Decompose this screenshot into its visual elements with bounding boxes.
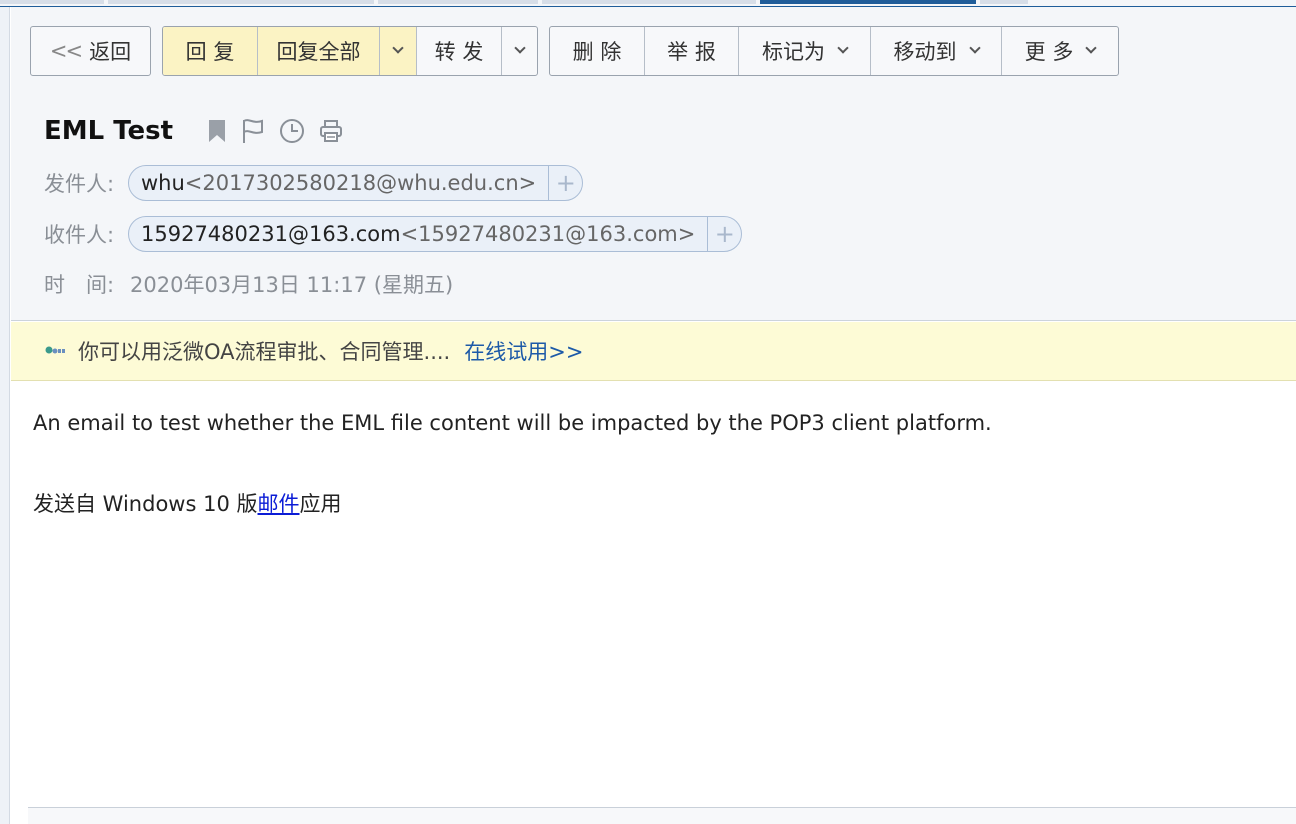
mail-header: << 返回 回 复 回复全部 转 发 删 除 举 报 标记为 移动到 更 多 E…	[11, 7, 1296, 321]
email-body: An email to test whether the EML file co…	[33, 408, 1273, 519]
tab-segment-active[interactable]	[760, 0, 976, 4]
signature-suffix: 应用	[299, 492, 342, 516]
move-to-label: 移动到	[893, 40, 957, 64]
subject-icons	[207, 118, 343, 144]
email-subject: EML Test	[44, 116, 174, 146]
back-group: << 返回	[30, 26, 151, 76]
more-button[interactable]: 更 多	[1002, 27, 1118, 75]
promo-banner: 你可以用泛微OA流程审批、合同管理.... 在线试用>>	[11, 322, 1296, 381]
tab-segment[interactable]	[542, 0, 756, 4]
top-tab-strip	[0, 0, 1296, 7]
delete-label: 删 除	[572, 40, 622, 64]
report-button[interactable]: 举 报	[645, 27, 739, 75]
sender-address: <2017302580218@whu.edu.cn>	[184, 171, 537, 195]
report-label: 举 报	[667, 40, 716, 64]
reply-all-button[interactable]: 回复全部	[258, 27, 380, 75]
add-contact-plus-icon[interactable]: +	[548, 166, 582, 200]
back-label: 返回	[89, 40, 132, 64]
recipient-row: 收件人: 15927480231@163.com <15927480231@16…	[44, 216, 743, 252]
mark-as-label: 标记为	[762, 40, 825, 64]
clock-icon[interactable]	[279, 118, 305, 144]
reply-label: 回 复	[185, 40, 235, 64]
move-to-button[interactable]: 移动到	[871, 27, 1002, 75]
tab-segment[interactable]	[0, 0, 104, 4]
recipient-name: 15927480231@163.com	[141, 222, 401, 246]
add-contact-plus-icon[interactable]: +	[707, 217, 741, 251]
sender-label: 发件人:	[44, 172, 115, 196]
mail-app-link[interactable]: 邮件	[258, 492, 300, 516]
sender-name: whu	[141, 171, 185, 195]
flag-icon[interactable]	[241, 118, 265, 144]
tab-segment[interactable]	[108, 0, 374, 4]
promo-try-online-link[interactable]: 在线试用>>	[464, 336, 583, 366]
signature-prefix: 发送自 Windows 10 版	[33, 492, 258, 516]
reply-all-label: 回复全部	[276, 40, 361, 64]
time-row: 时 间: 2020年03月13日 11:17 (星期五)	[44, 266, 453, 302]
time-value: 2020年03月13日 11:17 (星期五)	[130, 273, 454, 297]
delete-button[interactable]: 删 除	[550, 27, 645, 75]
sender-pill[interactable]: whu <2017302580218@whu.edu.cn> +	[128, 165, 584, 201]
back-button[interactable]: << 返回	[31, 27, 150, 75]
chevron-down-icon	[513, 42, 526, 54]
chevron-down-icon	[1085, 42, 1098, 54]
forward-button[interactable]: 转 发	[417, 27, 502, 75]
more-label: 更 多	[1024, 40, 1074, 64]
promo-logo-icon	[44, 339, 68, 363]
subject-row: EML Test	[44, 111, 343, 151]
recipient-label: 收件人:	[44, 223, 115, 247]
body-paragraph: An email to test whether the EML file co…	[33, 411, 992, 435]
tab-segment[interactable]	[980, 0, 1028, 4]
bottom-divider	[28, 807, 1296, 824]
recipient-pill[interactable]: 15927480231@163.com <15927480231@163.com…	[128, 216, 743, 252]
reply-button[interactable]: 回 复	[163, 27, 258, 75]
chevron-down-icon	[968, 42, 981, 54]
mark-as-button[interactable]: 标记为	[739, 27, 871, 75]
time-label: 时 间:	[44, 273, 115, 297]
chevron-down-icon	[837, 42, 849, 54]
signature-line: 发送自 Windows 10 版邮件应用	[33, 489, 1273, 519]
back-chevron-icon: <<	[49, 39, 83, 63]
reply-all-dropdown-button[interactable]	[380, 27, 417, 75]
left-panel-edge	[0, 7, 10, 824]
print-icon[interactable]	[319, 119, 343, 143]
recipient-address: <15927480231@163.com>	[400, 222, 696, 246]
actions-group: 删 除 举 报 标记为 移动到 更 多	[549, 26, 1119, 76]
chevron-down-icon	[392, 42, 404, 54]
forward-label: 转 发	[434, 40, 484, 64]
reply-group: 回 复 回复全部 转 发	[162, 26, 538, 76]
forward-dropdown-button[interactable]	[502, 27, 537, 75]
promo-text: 你可以用泛微OA流程审批、合同管理....	[78, 340, 451, 364]
bookmark-icon[interactable]	[207, 119, 227, 143]
tab-segment[interactable]	[378, 0, 538, 4]
sender-row: 发件人: whu <2017302580218@whu.edu.cn> +	[44, 165, 584, 201]
